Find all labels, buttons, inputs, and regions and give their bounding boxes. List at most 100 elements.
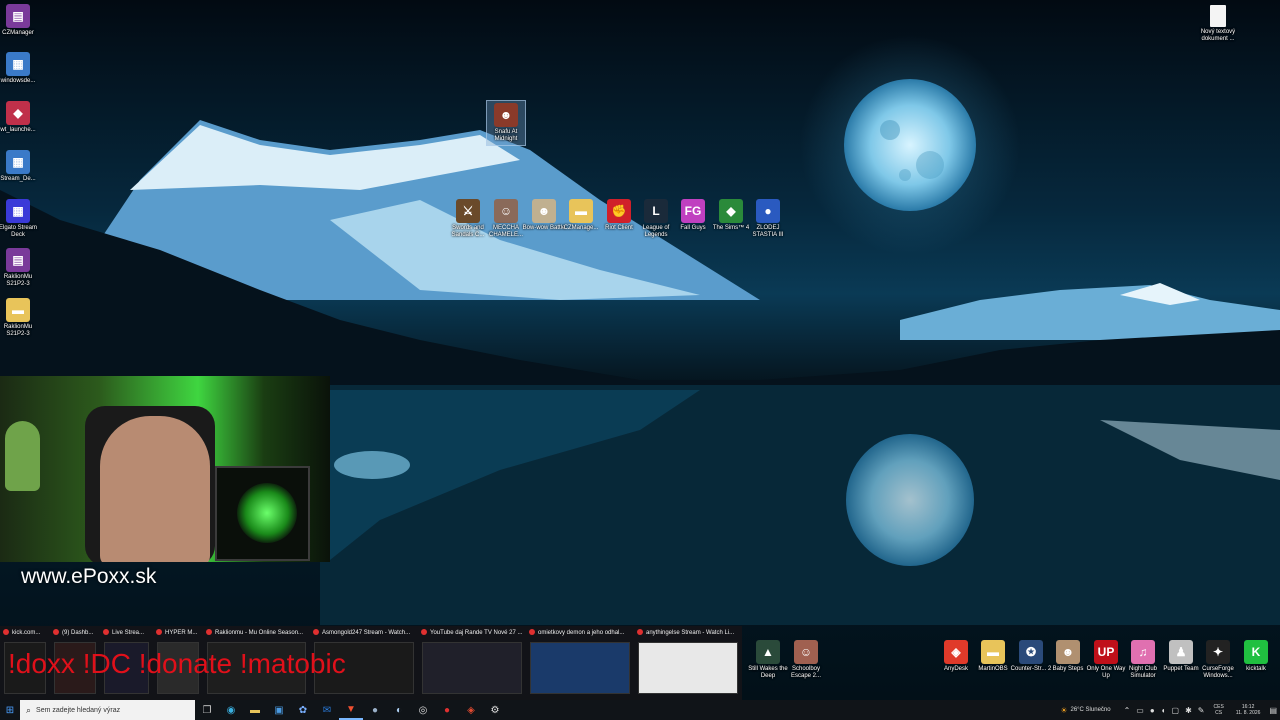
desktop-icon[interactable]: ☻ Bow-wow Battle (523, 199, 565, 232)
desktop-icon[interactable]: ♟ Puppet Team (1161, 640, 1201, 673)
desktop-icon[interactable]: ✪ Counter-Str... 2 (1011, 640, 1051, 673)
weather-icon: ☀ (1060, 705, 1068, 715)
search-placeholder: Sem zadejte hledaný výraz (36, 706, 121, 714)
app-icon: ☻ (1056, 640, 1080, 664)
task-preview[interactable]: omietkovy demon a jeho odhal... (526, 626, 634, 700)
desktop-icon-snafu[interactable]: ☻ Snafu At Midnight (486, 100, 526, 146)
desktop-icon[interactable]: ▬ RaklionMu S21P2-3 (0, 298, 38, 338)
rar-icon: ▤ (6, 4, 30, 28)
system-tray: ☀ 26°C Slunečno ⌃ ▭ ● ◖ ▢ ✱ ✎ CES CS 16:… (1057, 700, 1280, 720)
desktop-icon-text-document[interactable]: Nový textový dokument ... (1198, 5, 1238, 43)
task-thumbnail (638, 642, 738, 694)
clock[interactable]: 16:12 11. 8. 2026 (1236, 704, 1261, 716)
pc-case (215, 466, 310, 561)
brave-icon (156, 629, 162, 636)
installer-icon: ▦ (6, 150, 30, 174)
frog-plush (5, 421, 40, 491)
edge-icon[interactable]: ◉ (219, 700, 243, 720)
desktop-icon[interactable]: ☺ Schoolboy Escape 2... (786, 640, 826, 680)
streamer (100, 416, 210, 562)
app-icon: ● (756, 199, 780, 223)
app-icon[interactable]: ● (363, 700, 387, 720)
desktop-icon[interactable]: ▦ Stream_De... (0, 150, 38, 183)
app-icon: ☻ (532, 199, 556, 223)
desktop-icon[interactable]: ▦ Elgato Stream Deck (0, 199, 38, 239)
search-box[interactable]: ⌕ Sem zadejte hledaný výraz (20, 700, 195, 720)
steam-icon[interactable]: ◐ (387, 700, 411, 720)
app-icon: ◈ (944, 640, 968, 664)
desktop-icon[interactable]: UP Only One Way Up (1086, 640, 1126, 680)
record-icon[interactable]: ● (435, 700, 459, 720)
display-icon[interactable]: ▢ (1172, 706, 1180, 715)
desktop-icon[interactable]: ✦ CurseForge Windows... (1198, 640, 1238, 680)
desktop-icon[interactable]: L League of Legends (636, 199, 676, 239)
app-icon: FG (681, 199, 705, 223)
app-icon: ◆ (719, 199, 743, 223)
webcam-overlay (0, 376, 330, 562)
desktop-icon[interactable]: ⚔ Swords and Sandals C... (448, 199, 488, 239)
app-icon: ▲ (756, 640, 780, 664)
brave-icon (313, 629, 319, 636)
brave-icon[interactable]: ▼ (339, 700, 363, 720)
task-title: omietkovy demon a jeho odhal... (538, 630, 625, 636)
task-preview[interactable]: anythingelse Stream - Watch Li... (634, 626, 742, 700)
app-icon: UP (1094, 640, 1118, 664)
copilot-icon[interactable]: ✿ (291, 700, 315, 720)
anydesk-icon[interactable]: ◈ (459, 700, 483, 720)
app-icon: L (644, 199, 668, 223)
app-icon: ✦ (1206, 640, 1230, 664)
task-title: YouTube daj Rande TV Nové 27 ... (430, 630, 523, 636)
task-title: Live Strea... (112, 630, 145, 636)
task-title: kick.com... (12, 630, 41, 636)
start-button[interactable]: ⊞ (0, 700, 20, 720)
desktop-icon[interactable]: ☺ MECCHA CHAMELE... (486, 199, 526, 239)
desktop-icon[interactable]: ✊ Riot Client (599, 199, 639, 232)
app-icon: ✪ (1019, 640, 1043, 664)
app-icon: ☺ (794, 640, 818, 664)
app-icon: ✊ (607, 199, 631, 223)
volume-icon[interactable]: ◖ (1161, 706, 1166, 715)
pen-icon[interactable]: ✎ (1198, 706, 1205, 715)
bluetooth-icon[interactable]: ✱ (1185, 706, 1192, 715)
desktop-icon[interactable]: ▦ windowsde... (0, 52, 38, 85)
task-view-icon[interactable]: ❐ (195, 700, 219, 720)
app-icon: ☺ (494, 199, 518, 223)
desktop-icon[interactable]: ◆ wt_launche... (0, 101, 38, 134)
desktop-icon[interactable]: Kkicktalk (1236, 640, 1276, 673)
desktop-icon[interactable]: ▬ CZManage... (561, 199, 601, 232)
language-indicator[interactable]: CES CS (1214, 704, 1224, 716)
chat-commands-overlay: !doxx !DC !donate !matobic (8, 648, 346, 679)
settings-icon[interactable]: ⚙ (483, 700, 507, 720)
desktop-icon[interactable]: ☻ Baby Steps (1048, 640, 1088, 673)
desktop-icon[interactable]: ◆ The Sims™ 4 (711, 199, 751, 232)
brave-icon (637, 629, 643, 636)
search-icon: ⌕ (26, 704, 32, 715)
desktop-icon[interactable]: ♫ Night Club Simulator (1123, 640, 1163, 680)
obs-icon[interactable]: ◎ (411, 700, 435, 720)
game-icon: ☻ (494, 103, 518, 127)
microphone-icon[interactable]: ● (1150, 706, 1155, 715)
app-icon: ♟ (1169, 640, 1193, 664)
desktop-icon[interactable]: ▤ CZManager (0, 4, 38, 37)
desktop-icon[interactable]: ◈ AnyDesk (936, 640, 976, 673)
chevron-up-icon[interactable]: ⌃ (1124, 706, 1131, 715)
brave-icon (206, 629, 212, 636)
desktop-icon[interactable]: ▬ MartinOBS (973, 640, 1013, 673)
desktop-icon[interactable]: ● ZLODEJ STASTIA III (748, 199, 788, 239)
weather-text[interactable]: 26°C Slunečno (1070, 707, 1110, 713)
task-title: (9) Dashb... (62, 630, 94, 636)
outlook-icon[interactable]: ✉ (315, 700, 339, 720)
task-preview[interactable]: YouTube daj Rande TV Nové 27 ... (418, 626, 526, 700)
rar-icon: ▤ (6, 248, 30, 272)
brave-icon (529, 629, 535, 636)
task-title: anythingelse Stream - Watch Li... (646, 630, 735, 636)
store-icon[interactable]: ▣ (267, 700, 291, 720)
desktop-icon[interactable]: FG Fall Guys (673, 199, 713, 232)
brave-icon (53, 629, 59, 636)
file-explorer-icon[interactable]: ▬ (243, 700, 267, 720)
task-title: Asmongold247 Stream - Watch... (322, 630, 411, 636)
desktop-icon[interactable]: ▲ Still Wakes the Deep (748, 640, 788, 680)
notifications-icon[interactable]: ▤ (1269, 706, 1277, 715)
desktop-icon[interactable]: ▤ RaklionMu S21P2-3 (0, 248, 38, 288)
network-icon[interactable]: ▭ (1136, 706, 1144, 715)
